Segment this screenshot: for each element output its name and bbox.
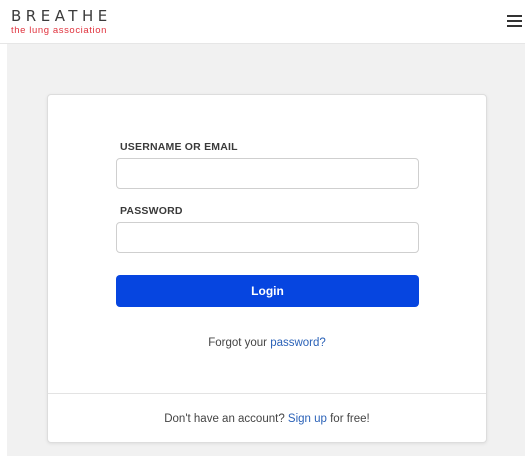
card-divider: [48, 393, 486, 394]
signup-prefix: Don't have an account?: [164, 413, 288, 425]
signup-suffix: for free!: [326, 413, 370, 425]
login-card: USERNAME OR EMAIL PASSWORD Login Forgot …: [47, 94, 487, 443]
username-label: USERNAME OR EMAIL: [120, 141, 238, 153]
page-content: USERNAME OR EMAIL PASSWORD Login Forgot …: [7, 44, 525, 456]
forgot-password-link[interactable]: password?: [270, 337, 326, 349]
signup-text: Don't have an account? Sign up for free!: [48, 413, 486, 425]
username-input[interactable]: [116, 158, 419, 189]
logo-tagline: the lung association: [11, 25, 107, 36]
password-label: PASSWORD: [120, 205, 183, 217]
forgot-prefix: Forgot your: [208, 337, 271, 349]
login-button[interactable]: Login: [116, 275, 419, 307]
signup-link[interactable]: Sign up: [288, 413, 327, 425]
site-header: BREATHE the lung association: [0, 0, 525, 44]
breathe-logo[interactable]: BREATHE the lung association: [11, 7, 112, 37]
hamburger-menu-icon[interactable]: [507, 15, 522, 27]
logo-wordmark: BREATHE: [11, 7, 112, 25]
forgot-password-text: Forgot your password?: [48, 337, 486, 349]
password-input[interactable]: [116, 222, 419, 253]
